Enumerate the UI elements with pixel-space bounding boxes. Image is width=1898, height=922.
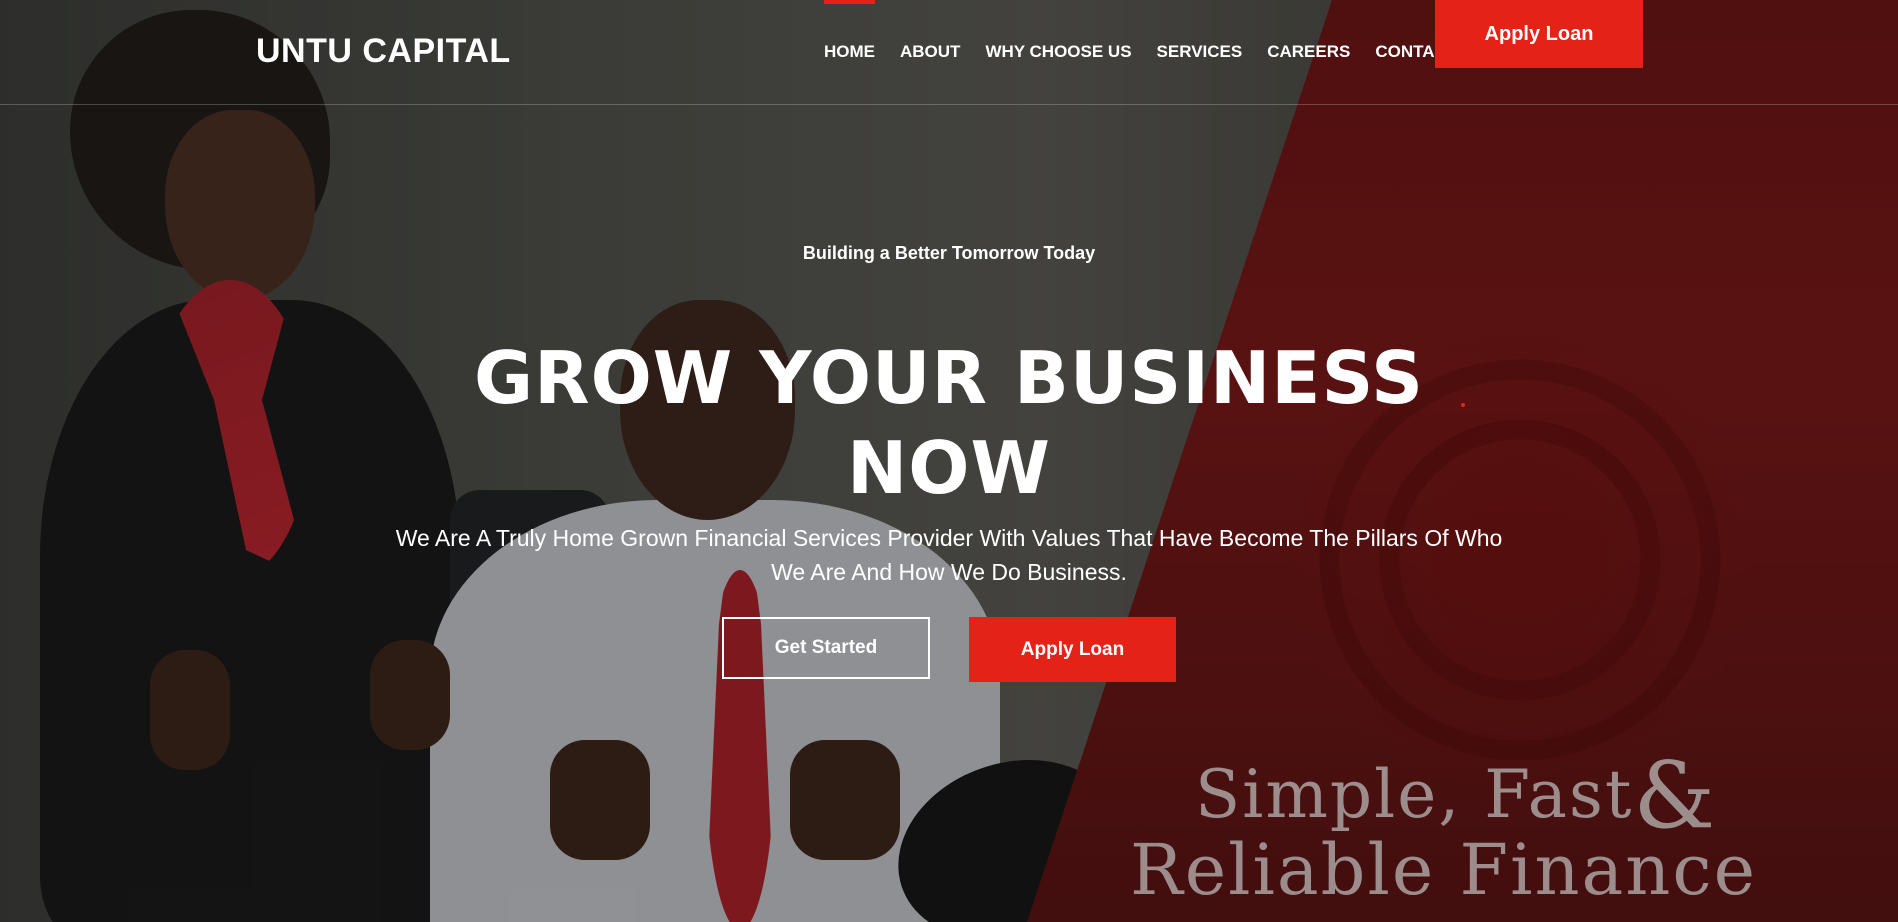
main-nav: HOME ABOUT WHY CHOOSE US SERVICES CAREER…: [824, 0, 1457, 62]
hero-section: UNTU CAPITAL HOME ABOUT WHY CHOOSE US SE…: [0, 0, 1898, 922]
header-apply-loan-button[interactable]: Apply Loan: [1435, 0, 1643, 68]
slogan-line-1-text: Simple, Fast: [1195, 756, 1634, 833]
hero-headline: GROW YOUR BUSINESS NOW: [0, 333, 1898, 513]
hero-subheading: We Are A Truly Home Grown Financial Serv…: [395, 525, 1503, 585]
nav-careers[interactable]: CAREERS: [1267, 42, 1350, 62]
nav-home[interactable]: HOME: [824, 0, 875, 62]
apply-loan-button[interactable]: Apply Loan: [969, 617, 1176, 682]
get-started-button[interactable]: Get Started: [722, 617, 930, 679]
hero-tagline: Building a Better Tomorrow Today: [802, 243, 1096, 263]
slogan-line-1: Simple, Fast&: [1195, 750, 1890, 842]
nav-services[interactable]: SERVICES: [1157, 42, 1243, 62]
site-header: UNTU CAPITAL HOME ABOUT WHY CHOOSE US SE…: [0, 0, 1898, 105]
headline-line-2: NOW: [847, 426, 1051, 511]
headline-line-1: GROW YOUR BUSINESS: [474, 336, 1424, 421]
nav-about[interactable]: ABOUT: [900, 42, 960, 62]
site-logo[interactable]: UNTU CAPITAL: [256, 32, 511, 71]
nav-why-choose-us[interactable]: WHY CHOOSE US: [985, 42, 1131, 62]
decorative-dot: [1461, 403, 1465, 407]
slogan-line-2: Reliable Finance: [1130, 829, 1757, 911]
brand-slogan: Simple, Fast& Reliable Finance: [1130, 750, 1890, 911]
